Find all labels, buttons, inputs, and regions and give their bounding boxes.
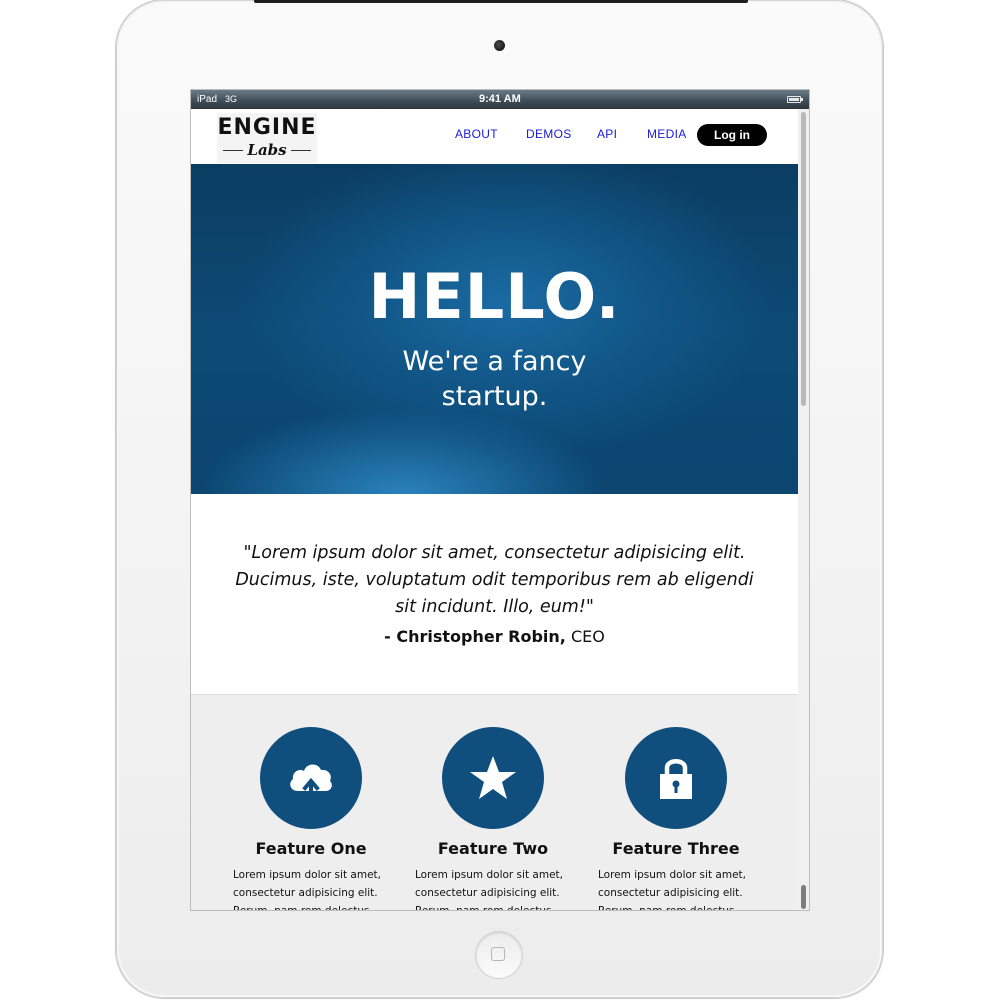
nav-link-media[interactable]: MEDIA bbox=[647, 127, 687, 141]
hero-section: HELLO. We're a fancy startup. bbox=[191, 164, 798, 494]
testimonial-attribution: - Christopher Robin, CEO bbox=[191, 627, 798, 646]
hero-subtitle: We're a fancy startup. bbox=[191, 344, 798, 414]
logo-divider-left bbox=[223, 150, 243, 151]
hero-title: HELLO. bbox=[368, 260, 621, 333]
feature-icon-circle bbox=[625, 727, 727, 829]
login-button[interactable]: Log in bbox=[697, 124, 767, 146]
hero-subtitle-line-2: startup. bbox=[441, 381, 548, 412]
features-section: Feature One Lorem ipsum dolor sit amet, … bbox=[191, 694, 798, 910]
feature-description: Lorem ipsum dolor sit amet, consectetur … bbox=[233, 869, 381, 910]
feature-title: Feature Three bbox=[612, 839, 740, 858]
status-time: 9:41 AM bbox=[479, 93, 521, 105]
scrollbar[interactable] bbox=[798, 109, 809, 910]
feature-card: Feature Three Lorem ipsum dolor sit amet… bbox=[586, 727, 766, 910]
nav-link-demos[interactable]: DEMOS bbox=[526, 127, 572, 141]
logo-divider-right bbox=[291, 150, 311, 151]
scrollbar-thumb[interactable] bbox=[801, 112, 806, 406]
status-network: 3G bbox=[225, 94, 238, 104]
device-top-edge bbox=[254, 0, 748, 3]
status-carrier: iPad bbox=[197, 94, 218, 105]
testimonial-section: "Lorem ipsum dolor sit amet, consectetur… bbox=[191, 494, 798, 694]
feature-title: Feature Two bbox=[437, 839, 549, 858]
feature-title: Feature One bbox=[255, 839, 367, 858]
scrollbar-thumb-secondary[interactable] bbox=[801, 885, 806, 909]
hero-subtitle-line-1: We're a fancy bbox=[402, 346, 587, 377]
navbar: ENGINE Labs ABOUT DEMOS API MEDIA Log in bbox=[191, 109, 798, 164]
battery-icon bbox=[787, 96, 803, 103]
feature-card: Feature Two Lorem ipsum dolor sit amet, … bbox=[403, 727, 583, 910]
testimonial-quote: "Lorem ipsum dolor sit amet, consectetur… bbox=[235, 543, 754, 617]
feature-icon-circle bbox=[442, 727, 544, 829]
feature-icon-circle bbox=[260, 727, 362, 829]
home-button[interactable] bbox=[476, 932, 522, 978]
feature-description: Lorem ipsum dolor sit amet, consectetur … bbox=[415, 869, 563, 910]
feature-description: Lorem ipsum dolor sit amet, consectetur … bbox=[598, 869, 746, 910]
logo-script: Labs bbox=[247, 141, 287, 159]
status-bar: iPad 3G 9:41 AM bbox=[191, 90, 809, 109]
web-page: ENGINE Labs ABOUT DEMOS API MEDIA Log in… bbox=[191, 109, 798, 910]
home-square-icon bbox=[491, 947, 505, 961]
star-icon bbox=[470, 756, 516, 799]
logo-wordmark: ENGINE bbox=[217, 115, 317, 140]
cloud-upload-icon bbox=[290, 764, 332, 799]
nav-link-about[interactable]: ABOUT bbox=[455, 127, 498, 141]
camera-icon bbox=[494, 40, 505, 51]
logo-subline: Labs bbox=[217, 141, 317, 159]
testimonial-author: - Christopher Robin, bbox=[384, 627, 566, 646]
nav-link-api[interactable]: API bbox=[597, 127, 617, 141]
testimonial-role: CEO bbox=[565, 627, 605, 646]
feature-card: Feature One Lorem ipsum dolor sit amet, … bbox=[221, 727, 401, 910]
logo[interactable]: ENGINE Labs bbox=[217, 113, 317, 163]
lock-icon bbox=[660, 759, 692, 799]
ipad-screen: iPad 3G 9:41 AM ENGINE Labs ABOUT DEMOS … bbox=[191, 90, 809, 910]
